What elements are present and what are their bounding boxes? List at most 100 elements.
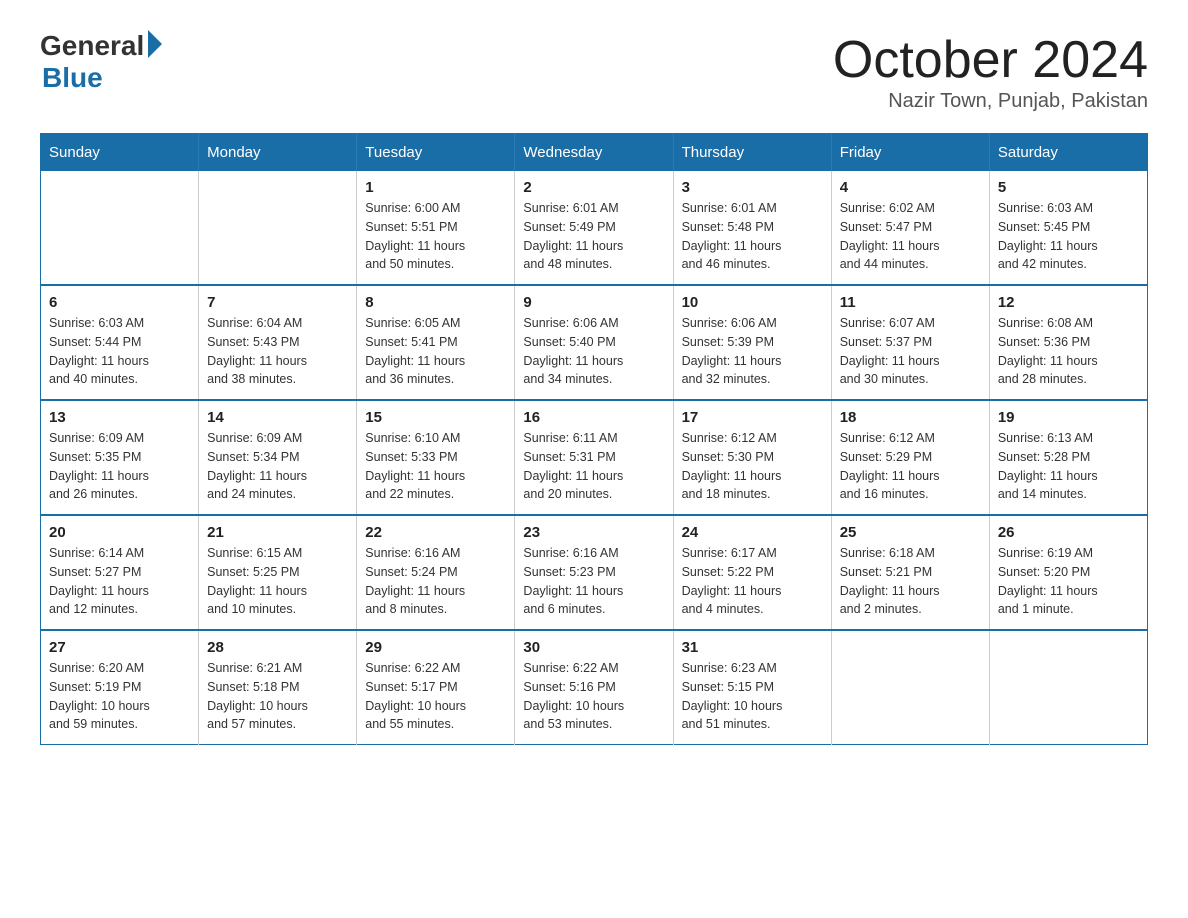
- calendar-cell: 18 Sunrise: 6:12 AMSunset: 5:29 PMDayligh…: [831, 400, 989, 515]
- day-info: Sunrise: 6:06 AMSunset: 5:39 PMDaylight:…: [682, 314, 823, 389]
- day-number: 21: [207, 524, 348, 541]
- day-info: Sunrise: 6:22 AMSunset: 5:16 PMDaylight:…: [523, 659, 664, 734]
- calendar-cell: 24 Sunrise: 6:17 AMSunset: 5:22 PMDayligh…: [673, 515, 831, 630]
- day-info: Sunrise: 6:03 AMSunset: 5:44 PMDaylight:…: [49, 314, 190, 389]
- calendar-cell: 1 Sunrise: 6:00 AMSunset: 5:51 PMDaylight…: [357, 171, 515, 285]
- day-info: Sunrise: 6:01 AMSunset: 5:48 PMDaylight:…: [682, 199, 823, 274]
- calendar-cell: 21Sunrise: 6:15 AMSunset: 5:25 PMDayligh…: [199, 515, 357, 630]
- calendar-week-4: 20Sunrise: 6:14 AMSunset: 5:27 PMDayligh…: [41, 515, 1148, 630]
- calendar-header-saturday: Saturday: [989, 134, 1147, 172]
- day-info: Sunrise: 6:12 AMSunset: 5:30 PMDaylight:…: [682, 429, 823, 504]
- calendar-cell: [989, 630, 1147, 745]
- calendar-cell: 4 Sunrise: 6:02 AMSunset: 5:47 PMDaylight…: [831, 171, 989, 285]
- day-number: 6: [49, 294, 190, 311]
- day-number: 16: [523, 409, 664, 426]
- calendar-week-1: 1 Sunrise: 6:00 AMSunset: 5:51 PMDaylight…: [41, 171, 1148, 285]
- day-info: Sunrise: 6:19 AMSunset: 5:20 PMDaylight:…: [998, 544, 1139, 619]
- day-number: 12: [998, 294, 1139, 311]
- calendar-cell: 23Sunrise: 6:16 AMSunset: 5:23 PMDayligh…: [515, 515, 673, 630]
- day-info: Sunrise: 6:01 AMSunset: 5:49 PMDaylight:…: [523, 199, 664, 274]
- calendar-cell: 15 Sunrise: 6:10 AMSunset: 5:33 PMDayligh…: [357, 400, 515, 515]
- calendar-week-2: 6 Sunrise: 6:03 AMSunset: 5:44 PMDaylight…: [41, 285, 1148, 400]
- calendar-cell: 13 Sunrise: 6:09 AMSunset: 5:35 PMDayligh…: [41, 400, 199, 515]
- day-number: 30: [523, 639, 664, 656]
- calendar-week-5: 27 Sunrise: 6:20 AMSunset: 5:19 PMDayligh…: [41, 630, 1148, 745]
- day-info: Sunrise: 6:00 AMSunset: 5:51 PMDaylight:…: [365, 199, 506, 274]
- day-number: 9: [523, 294, 664, 311]
- calendar-header-friday: Friday: [831, 134, 989, 172]
- day-number: 17: [682, 409, 823, 426]
- day-info: Sunrise: 6:09 AMSunset: 5:35 PMDaylight:…: [49, 429, 190, 504]
- logo-blue-text: Blue: [42, 62, 103, 94]
- day-info: Sunrise: 6:02 AMSunset: 5:47 PMDaylight:…: [840, 199, 981, 274]
- day-info: Sunrise: 6:12 AMSunset: 5:29 PMDaylight:…: [840, 429, 981, 504]
- day-info: Sunrise: 6:04 AMSunset: 5:43 PMDaylight:…: [207, 314, 348, 389]
- day-number: 25: [840, 524, 981, 541]
- location-text: Nazir Town, Punjab, Pakistan: [833, 90, 1148, 113]
- day-number: 1: [365, 179, 506, 196]
- day-number: 3: [682, 179, 823, 196]
- calendar-cell: 20Sunrise: 6:14 AMSunset: 5:27 PMDayligh…: [41, 515, 199, 630]
- day-number: 27: [49, 639, 190, 656]
- logo-general-text: General: [40, 30, 144, 62]
- calendar-cell: 29Sunrise: 6:22 AMSunset: 5:17 PMDayligh…: [357, 630, 515, 745]
- calendar-cell: 25Sunrise: 6:18 AMSunset: 5:21 PMDayligh…: [831, 515, 989, 630]
- calendar-cell: 2Sunrise: 6:01 AMSunset: 5:49 PMDaylight…: [515, 171, 673, 285]
- day-number: 11: [840, 294, 981, 311]
- day-info: Sunrise: 6:08 AMSunset: 5:36 PMDaylight:…: [998, 314, 1139, 389]
- calendar-cell: [41, 171, 199, 285]
- day-info: Sunrise: 6:05 AMSunset: 5:41 PMDaylight:…: [365, 314, 506, 389]
- day-number: 24: [682, 524, 823, 541]
- calendar-cell: 31Sunrise: 6:23 AMSunset: 5:15 PMDayligh…: [673, 630, 831, 745]
- day-number: 28: [207, 639, 348, 656]
- title-section: October 2024 Nazir Town, Punjab, Pakista…: [833, 30, 1148, 113]
- day-number: 13: [49, 409, 190, 426]
- logo: General Blue: [40, 30, 162, 94]
- calendar-header-sunday: Sunday: [41, 134, 199, 172]
- day-number: 7: [207, 294, 348, 311]
- calendar-cell: 3 Sunrise: 6:01 AMSunset: 5:48 PMDaylight…: [673, 171, 831, 285]
- day-number: 22: [365, 524, 506, 541]
- calendar-cell: 19 Sunrise: 6:13 AMSunset: 5:28 PMDayligh…: [989, 400, 1147, 515]
- calendar-cell: 17 Sunrise: 6:12 AMSunset: 5:30 PMDayligh…: [673, 400, 831, 515]
- day-info: Sunrise: 6:07 AMSunset: 5:37 PMDaylight:…: [840, 314, 981, 389]
- calendar-cell: 10 Sunrise: 6:06 AMSunset: 5:39 PMDayligh…: [673, 285, 831, 400]
- calendar-cell: 14 Sunrise: 6:09 AMSunset: 5:34 PMDayligh…: [199, 400, 357, 515]
- day-info: Sunrise: 6:13 AMSunset: 5:28 PMDaylight:…: [998, 429, 1139, 504]
- calendar-cell: 11 Sunrise: 6:07 AMSunset: 5:37 PMDayligh…: [831, 285, 989, 400]
- day-info: Sunrise: 6:22 AMSunset: 5:17 PMDaylight:…: [365, 659, 506, 734]
- calendar-cell: 5Sunrise: 6:03 AMSunset: 5:45 PMDaylight…: [989, 171, 1147, 285]
- day-number: 8: [365, 294, 506, 311]
- day-info: Sunrise: 6:16 AMSunset: 5:24 PMDaylight:…: [365, 544, 506, 619]
- day-number: 15: [365, 409, 506, 426]
- day-number: 19: [998, 409, 1139, 426]
- calendar-week-3: 13 Sunrise: 6:09 AMSunset: 5:35 PMDayligh…: [41, 400, 1148, 515]
- day-number: 14: [207, 409, 348, 426]
- page-header: General Blue October 2024 Nazir Town, Pu…: [40, 30, 1148, 113]
- calendar-cell: 26Sunrise: 6:19 AMSunset: 5:20 PMDayligh…: [989, 515, 1147, 630]
- day-number: 20: [49, 524, 190, 541]
- month-title: October 2024: [833, 30, 1148, 90]
- calendar-cell: 28 Sunrise: 6:21 AMSunset: 5:18 PMDayligh…: [199, 630, 357, 745]
- day-number: 4: [840, 179, 981, 196]
- calendar-header-tuesday: Tuesday: [357, 134, 515, 172]
- calendar-cell: 27 Sunrise: 6:20 AMSunset: 5:19 PMDayligh…: [41, 630, 199, 745]
- day-info: Sunrise: 6:10 AMSunset: 5:33 PMDaylight:…: [365, 429, 506, 504]
- day-info: Sunrise: 6:20 AMSunset: 5:19 PMDaylight:…: [49, 659, 190, 734]
- day-info: Sunrise: 6:09 AMSunset: 5:34 PMDaylight:…: [207, 429, 348, 504]
- calendar-header-monday: Monday: [199, 134, 357, 172]
- calendar-table: SundayMondayTuesdayWednesdayThursdayFrid…: [40, 133, 1148, 745]
- calendar-header-row: SundayMondayTuesdayWednesdayThursdayFrid…: [41, 134, 1148, 172]
- day-info: Sunrise: 6:23 AMSunset: 5:15 PMDaylight:…: [682, 659, 823, 734]
- day-info: Sunrise: 6:17 AMSunset: 5:22 PMDaylight:…: [682, 544, 823, 619]
- day-number: 10: [682, 294, 823, 311]
- calendar-cell: 16Sunrise: 6:11 AMSunset: 5:31 PMDayligh…: [515, 400, 673, 515]
- day-info: Sunrise: 6:03 AMSunset: 5:45 PMDaylight:…: [998, 199, 1139, 274]
- day-number: 18: [840, 409, 981, 426]
- day-info: Sunrise: 6:06 AMSunset: 5:40 PMDaylight:…: [523, 314, 664, 389]
- day-number: 23: [523, 524, 664, 541]
- day-info: Sunrise: 6:21 AMSunset: 5:18 PMDaylight:…: [207, 659, 348, 734]
- calendar-cell: [831, 630, 989, 745]
- calendar-header-wednesday: Wednesday: [515, 134, 673, 172]
- calendar-cell: [199, 171, 357, 285]
